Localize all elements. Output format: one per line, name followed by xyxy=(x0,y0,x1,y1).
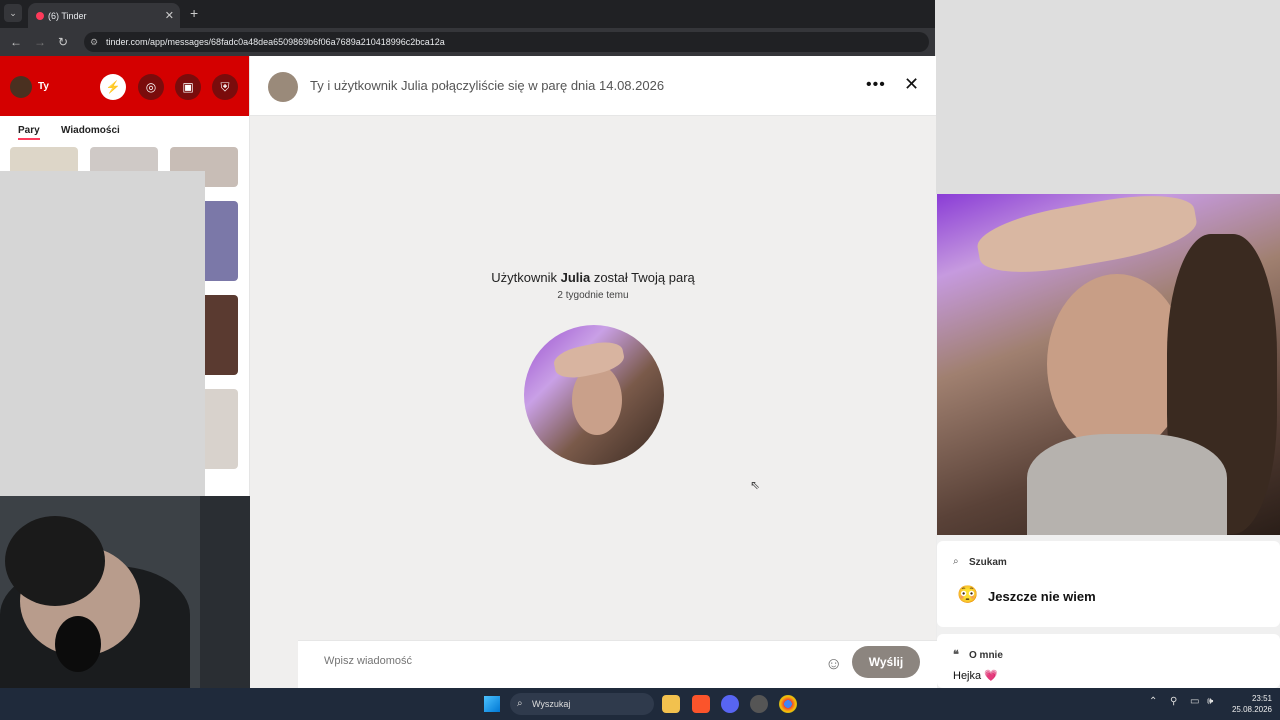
chat-panel: Ty i użytkownik Julia połączyliście się … xyxy=(250,56,938,688)
tab-search-icon[interactable]: ⌄ xyxy=(4,4,22,22)
match-suffix: został Twoją parą xyxy=(590,270,695,285)
browser-tab[interactable]: (6) Tinder ✕ xyxy=(28,3,180,28)
search-icon: ⌕ xyxy=(517,698,523,709)
profile-photo[interactable] xyxy=(937,194,1280,535)
url-text: tinder.com/app/messages/68fadc0a48dea650… xyxy=(106,37,445,47)
tab-title: (6) Tinder xyxy=(48,10,87,21)
chat-header-title: Ty i użytkownik Julia połączyliście się … xyxy=(310,78,665,93)
looking-for-card: ⌕ Szukam 😳 Jeszcze nie wiem xyxy=(937,541,1280,627)
looking-for-value: Jeszcze nie wiem xyxy=(988,589,1096,604)
tab-matches[interactable]: Pary xyxy=(18,125,40,140)
about-value: Hejka 💗 xyxy=(953,670,998,682)
looking-for-label: Szukam xyxy=(969,557,1007,568)
address-bar[interactable]: ⚙ tinder.com/app/messages/68fadc0a48dea6… xyxy=(84,32,929,52)
back-icon[interactable]: ← xyxy=(10,35,22,49)
mouse-cursor-icon: ⇖ xyxy=(750,478,761,492)
match-time: 2 tygodnie temu xyxy=(557,290,629,301)
user-name[interactable]: Ty xyxy=(38,81,49,92)
shield-icon[interactable]: ⛨ xyxy=(212,74,238,100)
brave-icon[interactable] xyxy=(692,695,710,713)
browser-toolbar: ← → ↻ ⚙ tinder.com/app/messages/68fadc0a… xyxy=(0,28,935,56)
match-name: Julia xyxy=(560,270,591,285)
desktop-background xyxy=(935,0,1280,194)
site-info-icon[interactable]: ⚙ xyxy=(90,32,98,52)
emoji-icon[interactable]: ☺ xyxy=(825,654,842,674)
match-avatar[interactable] xyxy=(268,72,298,102)
tinder-favicon-icon xyxy=(36,11,44,20)
clock-date: 25.08.2026 xyxy=(1231,705,1272,714)
file-explorer-icon[interactable] xyxy=(662,695,680,713)
sidebar-header: Ty ⚡ ◎ ▣ ⛨ xyxy=(0,56,249,116)
obscured-overlay xyxy=(0,171,205,496)
search-icon: ⌕ xyxy=(953,556,959,567)
tab-messages[interactable]: Wiadomości xyxy=(61,125,120,136)
send-button[interactable]: Wyślij xyxy=(852,646,920,678)
emoji-icon: 😳 xyxy=(957,585,979,604)
app-icon[interactable] xyxy=(750,695,768,713)
tab-close-icon[interactable]: ✕ xyxy=(165,9,174,22)
taskbar-search[interactable]: ⌕ Wyszukaj xyxy=(510,693,654,715)
taskbar-search-label: Wyszukaj xyxy=(532,699,571,709)
message-composer: ☺ Wyślij xyxy=(298,640,938,688)
taskbar: ⌕ Wyszukaj ⌃ ⚲ ▭ 🕪 23:51 25.08.2026 xyxy=(0,688,1280,720)
discord-icon[interactable] xyxy=(721,695,739,713)
windows-start-icon[interactable] xyxy=(484,696,500,712)
about-label: O mnie xyxy=(969,650,1003,661)
match-prefix: Użytkownik xyxy=(491,270,561,285)
chrome-icon[interactable] xyxy=(779,695,797,713)
system-clock[interactable]: 23:51 25.08.2026 xyxy=(1226,693,1272,715)
chat-header: Ty i użytkownik Julia połączyliście się … xyxy=(250,56,936,116)
user-avatar[interactable] xyxy=(10,76,32,98)
about-card: ❝ O mnie Hejka 💗 xyxy=(937,634,1280,688)
quote-icon: ❝ xyxy=(953,649,959,661)
display-icon[interactable]: ▭ xyxy=(1190,696,1199,707)
more-options-icon[interactable]: ••• xyxy=(866,76,886,94)
forward-icon[interactable]: → xyxy=(34,35,46,49)
close-icon[interactable]: ✕ xyxy=(904,74,919,95)
new-tab-icon[interactable]: + xyxy=(190,5,198,21)
clock-time: 23:51 xyxy=(1251,694,1272,703)
network-icon[interactable]: ⚲ xyxy=(1170,696,1177,707)
match-photo[interactable] xyxy=(524,325,664,465)
reload-icon[interactable]: ↻ xyxy=(58,35,68,49)
profile-panel: ⌕ Szukam 😳 Jeszcze nie wiem ❝ O mnie Hej… xyxy=(937,194,1280,688)
browser-tab-bar: ⌄ (6) Tinder ✕ + xyxy=(0,0,935,28)
volume-icon[interactable]: 🕪 xyxy=(1207,696,1213,707)
lightning-icon[interactable]: ⚡ xyxy=(100,74,126,100)
match-announcement: Użytkownik Julia został Twoją parą xyxy=(250,270,936,285)
tray-chevron-icon[interactable]: ⌃ xyxy=(1149,696,1157,707)
briefcase-icon[interactable]: ▣ xyxy=(175,74,201,100)
message-input[interactable] xyxy=(324,655,784,667)
compass-icon[interactable]: ◎ xyxy=(138,74,164,100)
sidebar-tabs: Pary Wiadomości xyxy=(0,116,249,146)
